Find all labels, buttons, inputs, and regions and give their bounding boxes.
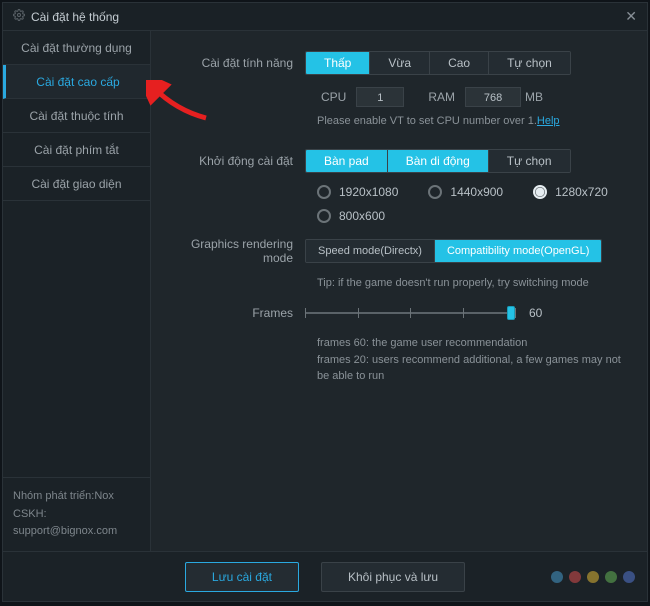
radio-icon xyxy=(317,209,331,223)
dot xyxy=(551,571,563,583)
graphics-mode-group: Speed mode(Directx) Compatibility mode(O… xyxy=(305,239,602,263)
frames-label: Frames xyxy=(169,306,305,320)
content-panel: Cài đặt tính năng Thấp Vừa Cao Tự chọn C… xyxy=(151,31,647,551)
frames-value: 60 xyxy=(529,306,542,320)
bottom-bar: Lưu cài đặt Khôi phục và lưu xyxy=(3,551,647,601)
footer-email: support@bignox.com xyxy=(13,523,140,541)
res-1440[interactable]: 1440x900 xyxy=(428,185,503,199)
startup-label: Khởi động cài đặt xyxy=(169,154,305,168)
dot xyxy=(587,571,599,583)
sidebar-item-common[interactable]: Cài đặt thường dụng xyxy=(3,31,150,65)
startup-pad[interactable]: Bàn pad xyxy=(306,150,388,172)
radio-icon xyxy=(428,185,442,199)
radio-icon xyxy=(317,185,331,199)
restore-button[interactable]: Khôi phục và lưu xyxy=(321,562,465,592)
mb-label: MB xyxy=(525,90,543,104)
ram-input[interactable]: 768 xyxy=(465,87,521,107)
sidebar-item-properties[interactable]: Cài đặt thuộc tính xyxy=(3,99,150,133)
graphics-tip: Tip: if the game doesn't run properly, t… xyxy=(317,277,629,289)
mode-compat[interactable]: Compatibility mode(OpenGL) xyxy=(435,240,601,262)
graphics-label: Graphics rendering mode xyxy=(169,237,305,265)
help-link[interactable]: Help xyxy=(537,115,560,127)
slider-thumb[interactable] xyxy=(507,306,515,320)
cpu-label: CPU xyxy=(321,90,346,104)
titlebar: Cài đặt hệ thống ✕ xyxy=(3,3,647,31)
close-icon[interactable]: ✕ xyxy=(625,8,637,25)
frames-note2: frames 20: users recommend additional, a… xyxy=(317,352,629,385)
startup-segmented: Bàn pad Bàn di động Tự chọn xyxy=(305,149,571,173)
sidebar-footer: Nhóm phát triển:Nox CSKH: support@bignox… xyxy=(3,477,150,551)
perf-custom[interactable]: Tự chọn xyxy=(489,52,570,74)
footer-dev: Nhóm phát triển:Nox xyxy=(13,488,140,506)
cpu-input[interactable]: 1 xyxy=(356,87,404,107)
perf-high[interactable]: Cao xyxy=(430,52,489,74)
startup-mobile[interactable]: Bàn di động xyxy=(388,150,489,172)
ram-label: RAM xyxy=(428,90,455,104)
dot xyxy=(569,571,581,583)
res-800[interactable]: 800x600 xyxy=(317,209,385,223)
sidebar-item-ui[interactable]: Cài đặt giao diện xyxy=(3,167,150,201)
status-dots xyxy=(551,571,635,583)
vt-hint: Please enable VT to set CPU number over … xyxy=(317,115,537,127)
dot xyxy=(623,571,635,583)
perf-low[interactable]: Thấp xyxy=(306,52,370,74)
frames-slider[interactable] xyxy=(305,303,515,323)
frames-note1: frames 60: the game user recommendation xyxy=(317,335,629,352)
startup-custom[interactable]: Tự chọn xyxy=(489,150,570,172)
window-title: Cài đặt hệ thống xyxy=(31,10,119,24)
footer-cskh-label: CSKH: xyxy=(13,506,140,524)
res-1280[interactable]: 1280x720 xyxy=(533,185,608,199)
sidebar: Cài đặt thường dụng Cài đặt cao cấp Cài … xyxy=(3,31,151,551)
dot xyxy=(605,571,617,583)
gear-icon xyxy=(13,9,25,24)
radio-icon xyxy=(533,185,547,199)
res-1920[interactable]: 1920x1080 xyxy=(317,185,398,199)
perf-segmented: Thấp Vừa Cao Tự chọn xyxy=(305,51,571,75)
sidebar-item-advanced[interactable]: Cài đặt cao cấp xyxy=(3,65,150,99)
perf-label: Cài đặt tính năng xyxy=(169,56,305,70)
mode-speed[interactable]: Speed mode(Directx) xyxy=(306,240,435,262)
save-button[interactable]: Lưu cài đặt xyxy=(185,562,299,592)
perf-mid[interactable]: Vừa xyxy=(370,52,430,74)
settings-window: Cài đặt hệ thống ✕ Cài đặt thường dụng C… xyxy=(2,2,648,602)
sidebar-item-shortcuts[interactable]: Cài đặt phím tắt xyxy=(3,133,150,167)
